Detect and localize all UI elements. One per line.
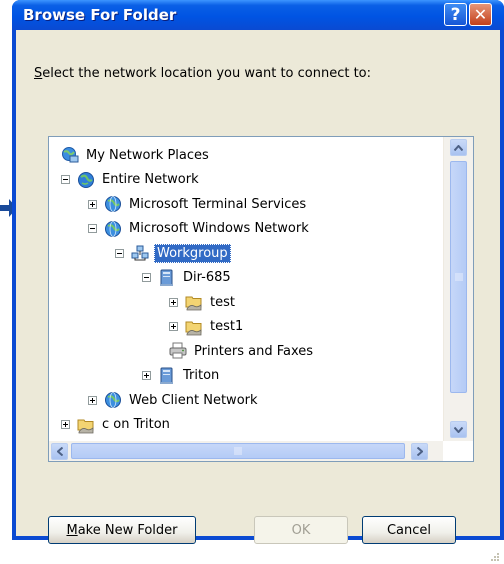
network-globe-icon <box>104 220 122 238</box>
tree-item[interactable]: test1 <box>169 315 245 339</box>
tree-item-label: Dir-685 <box>183 270 231 285</box>
prompt-text: elect the network location you want to c… <box>42 66 372 81</box>
tree-item[interactable]: Workgroup <box>115 241 231 265</box>
chevron-down-icon <box>454 426 463 433</box>
collapse-icon[interactable] <box>61 175 70 184</box>
question-mark-icon: ? <box>450 4 461 25</box>
horizontal-scroll-thumb[interactable] <box>71 443 405 459</box>
tree-item[interactable]: c on Triton <box>61 413 172 437</box>
dialog-body: Select the network location you want to … <box>16 30 500 561</box>
tree-item-label: Microsoft Terminal Services <box>129 196 307 212</box>
tree-item[interactable]: Printers and Faxes <box>169 339 315 363</box>
instruction-text: Select the network location you want to … <box>34 66 371 81</box>
expand-icon[interactable] <box>61 420 70 429</box>
ok-label: OK <box>291 522 311 538</box>
title-bar[interactable]: Browse For Folder ? ✕ <box>12 0 504 30</box>
collapse-icon[interactable] <box>115 248 124 258</box>
tree-item[interactable]: Web Client Network <box>88 388 260 412</box>
make-new-folder-label: ake New Folder <box>77 522 178 538</box>
grip-icon <box>234 447 242 455</box>
tree-item-label: c on Triton <box>102 417 170 432</box>
vertical-scrollbar[interactable] <box>443 137 473 441</box>
expand-icon[interactable] <box>88 395 97 405</box>
tree-item-label: Triton <box>183 368 220 383</box>
shared-folder-icon <box>185 293 203 311</box>
resize-grip-icon[interactable] <box>486 550 500 564</box>
shared-folder-icon <box>185 318 203 336</box>
tree-item-label: Web Client Network <box>129 392 258 408</box>
tree-item[interactable]: Microsoft Terminal Services <box>88 192 308 216</box>
grip-icon <box>454 273 463 281</box>
printers-icon <box>169 342 187 360</box>
tree-item[interactable]: Triton <box>142 364 221 388</box>
scroll-right-button[interactable] <box>411 443 428 460</box>
globe-icon <box>77 171 95 189</box>
computer-icon <box>158 367 176 385</box>
cancel-label: Cancel <box>386 522 432 538</box>
scroll-up-button[interactable] <box>450 139 467 156</box>
scroll-left-button[interactable] <box>51 443 68 460</box>
expand-icon[interactable] <box>169 297 178 307</box>
collapse-icon[interactable] <box>142 273 151 282</box>
tree-item[interactable]: My Network Places <box>61 143 211 167</box>
shared-folder-icon <box>77 416 95 434</box>
close-button[interactable]: ✕ <box>469 3 492 26</box>
collapse-icon[interactable] <box>88 224 97 233</box>
vertical-scroll-thumb[interactable] <box>450 161 467 393</box>
chevron-left-icon <box>56 447 63 456</box>
tree-item[interactable]: test <box>169 290 237 314</box>
tree-item-label: Entire Network <box>102 172 199 187</box>
tree-item[interactable]: Entire Network <box>61 168 201 192</box>
workgroup-icon <box>131 244 149 262</box>
network-places-icon <box>61 146 79 164</box>
tree-item-label: test1 <box>210 319 244 334</box>
expand-icon[interactable] <box>142 371 151 380</box>
computer-icon <box>158 269 176 287</box>
expand-icon[interactable] <box>169 322 178 331</box>
tree-item-label: My Network Places <box>86 147 209 163</box>
dialog-title: Browse For Folder <box>23 6 177 24</box>
folder-tree-view[interactable]: My Network Places Entire Network Microsoft… <box>48 136 474 462</box>
tree-item-label: Workgroup <box>154 243 231 263</box>
browse-for-folder-dialog: Browse For Folder ? ✕ Select the network… <box>12 0 504 561</box>
close-icon: ✕ <box>473 5 488 24</box>
tree-item[interactable]: Dir-685 <box>142 266 233 290</box>
tree-item-label: Printers and Faxes <box>194 343 314 359</box>
horizontal-scrollbar[interactable] <box>49 441 443 461</box>
chevron-right-icon <box>416 447 423 456</box>
expand-icon[interactable] <box>88 199 97 209</box>
tree-item[interactable]: Microsoft Windows Network <box>88 217 311 241</box>
help-button[interactable]: ? <box>444 3 467 26</box>
scroll-down-button[interactable] <box>450 421 467 438</box>
network-globe-icon <box>104 391 122 409</box>
network-globe-icon <box>104 195 122 213</box>
tree-item-label: test <box>210 294 235 310</box>
chevron-up-icon <box>454 144 463 151</box>
tree-item-label: Microsoft Windows Network <box>129 221 309 236</box>
make-new-folder-accelerator: M <box>66 522 78 538</box>
tree-content: My Network Places Entire Network Microsoft… <box>49 137 443 441</box>
